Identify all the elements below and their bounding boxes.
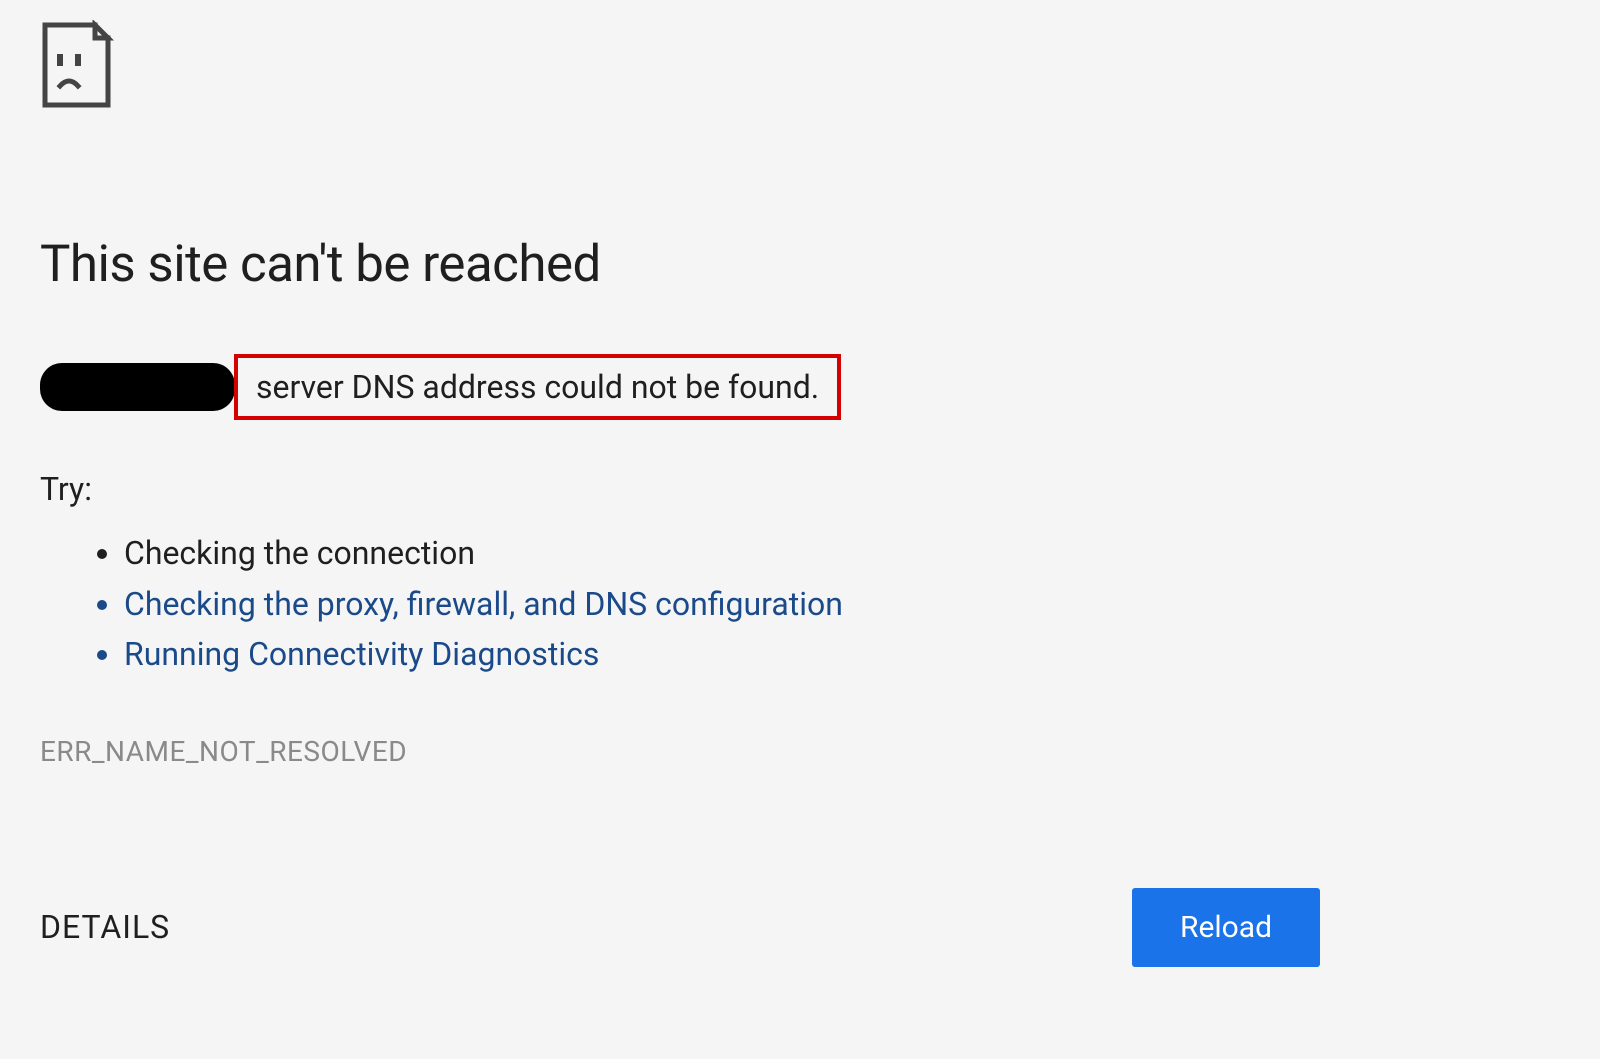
try-label: Try: xyxy=(40,470,1560,508)
page-title: This site can't be reached xyxy=(40,235,1560,294)
suggestions-list: Checking the connection Checking the pro… xyxy=(40,528,1560,680)
dns-error-message: server DNS address could not be found. xyxy=(234,354,841,420)
suggestion-item: Checking the connection xyxy=(124,528,1560,579)
error-message-row: server DNS address could not be found. xyxy=(40,354,1560,420)
try-suggestions-section: Try: Checking the connection Checking th… xyxy=(40,470,1560,680)
footer-actions: DETAILS Reload xyxy=(40,888,1320,967)
details-button[interactable]: DETAILS xyxy=(40,908,170,946)
reload-button[interactable]: Reload xyxy=(1132,888,1320,967)
error-code: ERR_NAME_NOT_RESOLVED xyxy=(40,735,1560,768)
suggestion-link-diagnostics[interactable]: Running Connectivity Diagnostics xyxy=(124,629,1560,680)
suggestion-link-proxy[interactable]: Checking the proxy, firewall, and DNS co… xyxy=(124,579,1560,630)
redacted-hostname xyxy=(40,363,235,411)
sad-page-icon xyxy=(40,20,115,110)
